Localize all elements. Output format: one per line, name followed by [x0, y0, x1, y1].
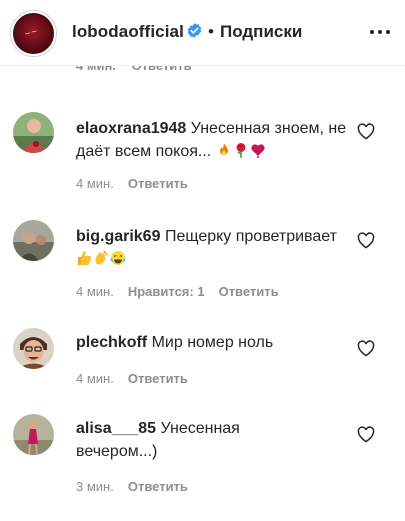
- likes-count-button[interactable]: Нравится: 1: [128, 284, 205, 299]
- reply-button[interactable]: Ответить: [128, 479, 188, 494]
- comment-username[interactable]: elaoxrana1948: [76, 120, 186, 137]
- heart-exclamation-emoji-icon: [251, 144, 265, 158]
- like-heart-icon[interactable]: [357, 340, 375, 357]
- comment-text: big.garik69 Пещерку проветривает: [76, 225, 356, 271]
- tears-of-joy-emoji-icon: [110, 251, 126, 265]
- previous-comment-meta: 4 мин. Ответить: [76, 64, 192, 78]
- commenter-avatar[interactable]: [13, 112, 54, 153]
- comment-time: 4 мин.: [76, 284, 114, 299]
- comment-text: alisa___85 Унесенная вечером...): [76, 417, 286, 463]
- reply-button[interactable]: Ответить: [128, 176, 188, 191]
- comment-meta: 3 мин. Ответить: [76, 479, 188, 494]
- comment-username[interactable]: alisa___85: [76, 420, 156, 437]
- comment-meta: 4 мин. Ответить: [76, 371, 188, 386]
- avatar-signature: ~~: [23, 26, 39, 39]
- more-options-icon[interactable]: [369, 22, 391, 40]
- comment-text: plechkoff Мир номер ноль: [76, 331, 356, 354]
- comment-meta: 4 мин. Ответить: [76, 176, 188, 191]
- comment-time: 4 мин.: [76, 176, 114, 191]
- comment-time: 3 мин.: [76, 479, 114, 494]
- thumbs-up-emoji-icon: [78, 251, 91, 265]
- comment-text: elaoxrana1948 Унесенная зноем, не даёт в…: [76, 117, 356, 163]
- header-separator: •: [208, 22, 214, 41]
- post-header: ~~ lobodaofficial • Подписки: [0, 0, 405, 66]
- profile-avatar[interactable]: ~~: [11, 11, 56, 56]
- comment-meta: 4 мин. Нравится: 1 Ответить: [76, 284, 279, 299]
- like-heart-icon[interactable]: [357, 232, 375, 249]
- comment-username[interactable]: big.garik69: [76, 228, 160, 245]
- like-heart-icon[interactable]: [357, 123, 375, 140]
- rose-emoji-icon: [236, 143, 246, 158]
- following-button[interactable]: Подписки: [220, 22, 302, 42]
- comment-body: Мир номер ноль: [151, 334, 274, 351]
- like-heart-icon[interactable]: [357, 426, 375, 443]
- verified-badge-icon: [187, 23, 202, 38]
- commenter-avatar[interactable]: [13, 328, 54, 369]
- commenter-avatar[interactable]: [13, 414, 54, 455]
- reply-button[interactable]: Ответить: [219, 284, 279, 299]
- clapping-hands-emoji-icon: [95, 250, 108, 265]
- comment-time: 4 мин.: [76, 371, 114, 386]
- comment-body: Пещерку проветривает: [164, 228, 337, 245]
- reply-button[interactable]: Ответить: [128, 371, 188, 386]
- commenter-avatar[interactable]: [13, 220, 54, 261]
- fire-emoji-icon: [219, 143, 228, 156]
- profile-username[interactable]: lobodaofficial: [72, 22, 184, 42]
- comment-username[interactable]: plechkoff: [76, 334, 147, 351]
